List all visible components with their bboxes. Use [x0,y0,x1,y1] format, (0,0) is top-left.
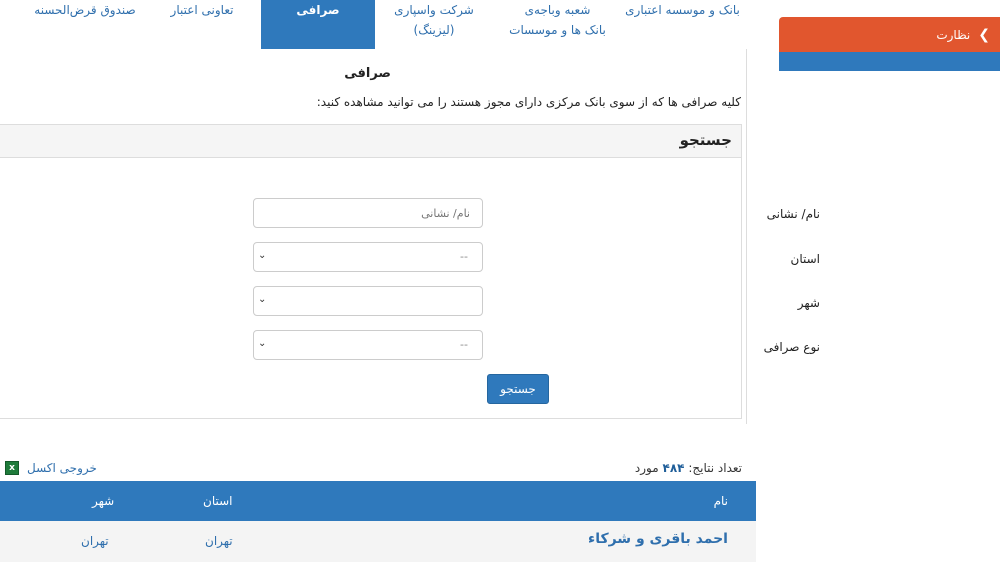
tab-label-line2: بانک ها و موسسات [509,23,606,37]
tab-label: شرکت واسپاری [394,3,474,17]
row-name[interactable]: احمد باقری و شرکاء [588,531,728,547]
sidebar-item-label: نظارت [936,27,971,42]
name-input[interactable] [254,199,482,227]
count-value: ۴۸۴ [662,461,685,475]
tab-credit-coop[interactable]: تعاونی اعتبار [152,0,252,49]
exchange-type-select[interactable]: -- ⌄ [253,330,483,360]
page-title: صرافی [344,66,391,81]
page-description: کلیه صرافی ها که از سوی بانک مرکزی دارای… [316,95,741,109]
column-header-name: نام [713,494,728,508]
sidebar-strip [779,52,1000,71]
excel-export[interactable]: x خروجی اکسل [5,461,97,475]
count-prefix: تعداد نتایج: [688,461,742,475]
tab-label: صندوق قرض‌الحسنه [34,3,136,17]
tab-banks[interactable]: بانک و موسسه اعتباری [620,0,745,49]
tab-exchange[interactable]: صرافی [261,0,375,49]
chevron-down-icon: ⌄ [258,250,267,261]
tab-label: تعاونی اعتبار [170,3,234,17]
tab-branches[interactable]: شعبه وباجه‌ی بانک ها و موسسات [495,0,620,49]
row-city: تهران [81,534,109,548]
column-header-city: شهر [92,494,115,508]
city-select[interactable]: ⌄ [253,286,483,316]
tab-label: صرافی [296,3,340,17]
name-label: نام/ نشانی [766,207,820,221]
tab-qarz-fund[interactable]: صندوق قرض‌الحسنه [25,0,145,49]
province-label: استان [790,252,820,266]
city-label: شهر [797,296,820,310]
type-label: نوع صرافی [763,340,820,354]
main-panel: صرافی کلیه صرافی ها که از سوی بانک مرکزی… [0,49,747,424]
sidebar-item-nezarat[interactable]: نظارت ❮ [779,17,1000,52]
chevron-left-icon: ❮ [978,26,990,43]
chevron-down-icon: ⌄ [258,294,267,305]
tab-label-line2: (لیزینگ) [413,23,455,37]
search-button[interactable]: جستجو [487,374,549,404]
type-value: -- [460,338,468,351]
excel-export-label[interactable]: خروجی اکسل [27,461,97,475]
excel-icon: x [5,461,19,475]
results-table-header: نام استان شهر [0,481,756,521]
count-suffix: مورد [634,461,659,475]
province-value: -- [460,250,468,263]
tab-label: شعبه وباجه‌ی [524,3,591,17]
tab-label: بانک و موسسه اعتباری [625,3,740,17]
chevron-down-icon: ⌄ [258,338,267,349]
tab-leasing[interactable]: شرکت واسپاری (لیزینگ) [375,0,493,49]
province-select[interactable]: -- ⌄ [253,242,483,272]
category-tabs: بانک و موسسه اعتباری شعبه وباجه‌ی بانک ه… [0,0,747,49]
name-field[interactable] [253,198,483,228]
row-province: تهران [205,534,233,548]
right-sidebar: نظارت ❮ [779,17,1000,71]
table-row[interactable]: احمد باقری و شرکاء تهران تهران [0,521,756,562]
search-heading: جستجو [0,125,741,158]
results-count: تعداد نتایج: ۴۸۴ مورد [635,461,742,475]
column-header-province: استان [203,494,233,508]
